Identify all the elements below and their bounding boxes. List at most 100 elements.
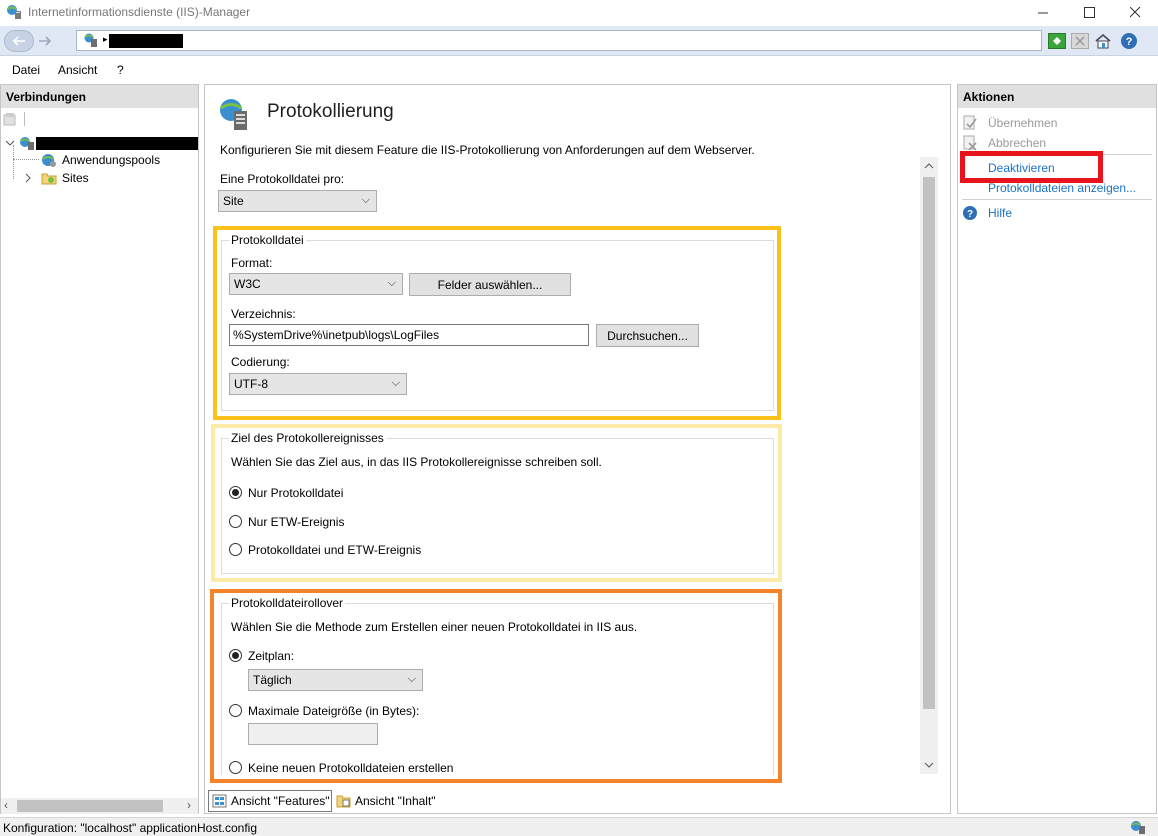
log-per-dropdown[interactable]: Site ⌵ [218,190,377,212]
format-label: Format: [231,256,273,270]
home-icon [1095,34,1111,49]
action-disable[interactable]: Deaktivieren [988,159,1055,177]
tab-features-view[interactable]: Ansicht "Features" [208,790,332,812]
maximize-icon [1083,6,1095,18]
dropdown-value: W3C [234,277,261,291]
radio-button[interactable] [229,649,242,662]
scroll-up-icon[interactable] [924,162,934,170]
tree-item-label: Sites [62,171,89,185]
dropdown-value: UTF-8 [234,377,268,391]
title-bar: Internetinformationsdienste (IIS)-Manage… [0,0,1158,26]
tab-content-view[interactable]: Ansicht "Inhalt" [336,790,446,812]
action-label: Hilfe [988,206,1013,220]
action-help[interactable]: ? Hilfe [962,204,1012,222]
tree-root-server[interactable] [5,134,198,152]
back-arrow-icon [12,36,25,46]
radio-logfile-and-etw[interactable]: Protokolldatei und ETW-Ereignis [229,541,529,559]
refresh-button[interactable] [1047,31,1067,51]
radio-schedule[interactable]: Zeitplan: [229,647,429,665]
close-button[interactable] [1112,0,1158,24]
rollover-group: Protokolldateirollover Wählen Sie die Me… [221,596,774,777]
tree-line [13,159,39,160]
group-label: Protokolldatei [229,233,306,247]
connections-header: Verbindungen [1,85,198,108]
scrollbar-thumb[interactable] [923,177,935,709]
actions-separator [962,199,1152,200]
radio-etw-only[interactable]: Nur ETW-Ereignis [229,513,529,531]
radio-label: Zeitplan: [248,649,295,663]
scroll-left-icon[interactable]: ‹ [4,798,8,812]
action-view-logfiles[interactable]: Protokolldateien anzeigen... [988,179,1136,197]
target-description: Wählen Sie das Ziel aus, in das IIS Prot… [231,455,602,469]
server-icon [20,137,34,150]
features-view-icon [212,794,227,808]
status-bar: Konfiguration: "localhost" applicationHo… [0,817,1158,836]
help-icon: ? [963,206,977,220]
menu-bar: Datei Ansicht ? [0,57,1158,83]
group-label: Protokolldateirollover [229,596,346,610]
radio-label: Maximale Dateigröße (in Bytes): [248,704,420,718]
menu-datei[interactable]: Datei [12,63,40,77]
redacted-server-name [36,136,198,150]
radio-button[interactable] [229,486,242,499]
dropdown-value: Site [223,194,244,208]
breadcrumb-arrow-icon[interactable]: ▸ [103,34,108,45]
action-apply[interactable]: Übernehmen [962,114,1057,132]
home-button[interactable] [1093,31,1113,51]
forward-button[interactable] [30,30,60,52]
minimize-icon [1037,12,1048,13]
logfile-group: Protokolldatei Format: W3C ⌵ Felder ausw… [221,233,774,411]
tree-line [13,145,14,179]
encoding-dropdown[interactable]: UTF-8 ⌵ [229,373,407,395]
cancel-icon [963,135,977,151]
action-label: Abbrechen [988,136,1047,150]
menu-help[interactable]: ? [117,63,124,77]
scroll-right-icon[interactable]: › [187,798,191,812]
tree-item-sites[interactable]: Sites [23,169,89,187]
browse-button[interactable]: Durchsuchen... [596,324,699,347]
address-field[interactable]: ▸ [76,30,1042,51]
chevron-down-icon: ⌵ [407,673,416,685]
connections-pane: Verbindungen Anwendungspools Sites ‹ › [0,84,199,814]
horizontal-scrollbar[interactable]: ‹ › [1,798,198,814]
radio-button[interactable] [229,704,242,717]
radio-button[interactable] [229,543,242,556]
radio-button[interactable] [229,761,242,774]
select-fields-button[interactable]: Felder auswählen... [409,273,571,296]
radio-no-new-logs[interactable]: Keine neuen Protokolldateien erstellen [229,759,529,777]
format-dropdown[interactable]: W3C ⌵ [229,273,403,295]
chevron-down-icon: ⌵ [391,377,400,389]
rollover-description: Wählen Sie die Methode zum Erstellen ein… [231,620,638,634]
svg-text:?: ? [1126,36,1133,48]
forward-arrow-icon [39,36,52,46]
menu-ansicht[interactable]: Ansicht [58,63,97,77]
stop-icon [1071,33,1089,49]
max-size-input[interactable] [248,723,378,745]
minimize-button[interactable] [1020,0,1066,24]
close-icon [1129,6,1140,17]
schedule-dropdown[interactable]: Täglich ⌵ [248,669,423,691]
radio-button[interactable] [229,515,242,528]
sites-folder-icon [41,173,57,185]
vertical-scrollbar[interactable] [920,157,938,774]
scrollbar-thumb[interactable] [17,800,163,812]
radio-max-size[interactable]: Maximale Dateigröße (in Bytes): [229,702,529,720]
dropdown-value: Täglich [253,673,292,687]
expand-chevron-icon[interactable] [23,173,33,183]
group-label: Ziel des Protokollereignisses [229,431,386,445]
help-menu-button[interactable]: ? [1120,31,1140,51]
content-view-icon [336,795,351,808]
scroll-down-icon[interactable] [924,761,934,769]
server-status-icon [1131,821,1145,834]
stop-button[interactable] [1070,31,1090,51]
encoding-label: Codierung: [231,355,290,369]
tree-item-app-pools[interactable]: Anwendungspools [41,151,160,169]
directory-input[interactable]: %SystemDrive%\inetpub\logs\LogFiles [229,324,589,346]
app-pool-icon [42,154,56,167]
tab-label: Ansicht "Features" [231,794,330,808]
maximize-button[interactable] [1066,0,1112,24]
action-cancel[interactable]: Abbrechen [962,134,1046,152]
new-connection-icon[interactable] [3,112,17,126]
radio-logfile-only[interactable]: Nur Protokolldatei [229,484,529,502]
server-icon [84,33,97,47]
